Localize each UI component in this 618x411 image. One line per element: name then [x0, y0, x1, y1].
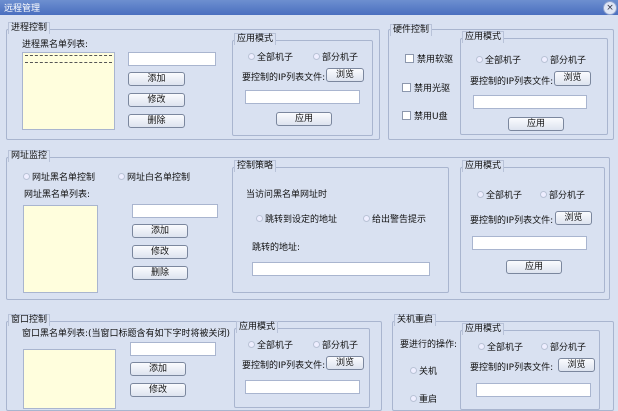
shutdown-mode-title: 应用模式	[462, 323, 505, 335]
hardware-browse-button[interactable]: 浏览	[554, 71, 591, 86]
url-blacklist-radio[interactable]: 网址黑名单控制	[23, 170, 95, 183]
strategy-when-label: 当访问黑名单网址时	[246, 190, 328, 200]
shutdown-radio[interactable]: 关机	[410, 364, 437, 377]
window-ip-input[interactable]	[245, 380, 360, 394]
process-browse-button[interactable]: 浏览	[326, 68, 364, 82]
url-input[interactable]	[132, 204, 218, 218]
hardware-control-title: 硬件控制	[390, 24, 433, 36]
url-part-radio[interactable]: 部分机子	[540, 188, 585, 201]
shutdown-all-radio[interactable]: 全部机子	[478, 340, 523, 353]
window-title: 远程管理	[4, 4, 41, 14]
window-ip-label: 要控制的IP列表文件:	[242, 361, 326, 371]
shutdown-title: 关机重启	[394, 314, 437, 326]
window-edit-button[interactable]: 修改	[130, 383, 186, 397]
title-bar: 远程管理	[0, 0, 618, 15]
redirect-radio[interactable]: 跳转到设定的地址	[256, 212, 337, 225]
restart-radio[interactable]: 重启	[410, 392, 437, 405]
url-monitor-title: 网址监控	[8, 150, 51, 162]
url-mode-group	[460, 167, 605, 293]
url-blacklist[interactable]	[23, 205, 98, 293]
window-list-label: 窗口黑名单列表:(当窗口标题含有如下字时将被关闭)	[22, 329, 231, 339]
redirect-addr-input[interactable]	[252, 262, 430, 276]
process-all-radio[interactable]: 全部机子	[248, 50, 293, 63]
window-browse-button[interactable]: 浏览	[326, 356, 364, 370]
process-control-title: 进程控制	[8, 22, 51, 34]
process-input[interactable]	[128, 52, 216, 66]
window-mode-title: 应用模式	[236, 321, 279, 333]
window-all-radio[interactable]: 全部机子	[248, 338, 293, 351]
window-part-radio[interactable]: 部分机子	[313, 338, 358, 351]
window-blacklist[interactable]	[23, 349, 116, 409]
url-edit-button[interactable]: 修改	[132, 245, 188, 259]
process-mode-title: 应用模式	[234, 33, 277, 45]
hardware-ip-input[interactable]	[473, 95, 587, 109]
url-add-button[interactable]: 添加	[132, 224, 188, 238]
url-all-radio[interactable]: 全部机子	[477, 188, 522, 201]
hardware-all-radio[interactable]: 全部机子	[476, 53, 521, 66]
shutdown-browse-button[interactable]: 浏览	[558, 358, 595, 372]
url-delete-button[interactable]: 删除	[132, 266, 188, 280]
shutdown-ip-input[interactable]	[476, 383, 591, 397]
process-blacklist[interactable]	[22, 52, 115, 130]
url-mode-title: 应用模式	[462, 160, 505, 172]
window-control-title: 窗口控制	[8, 314, 51, 326]
disable-usb-checkbox[interactable]: 禁用U盘	[402, 109, 448, 122]
redirect-addr-label: 跳转的地址:	[252, 243, 301, 253]
disable-cdrom-checkbox[interactable]: 禁用光驱	[402, 81, 450, 94]
hardware-ip-label: 要控制的IP列表文件:	[470, 77, 554, 87]
url-ip-input[interactable]	[472, 236, 587, 250]
process-ip-label: 要控制的IP列表文件:	[242, 73, 326, 83]
url-whitelist-radio[interactable]: 网址白名单控制	[118, 170, 190, 183]
close-button[interactable]: ×	[603, 1, 617, 15]
window-input[interactable]	[130, 342, 216, 356]
process-part-radio[interactable]: 部分机子	[313, 50, 358, 63]
url-apply-button[interactable]: 应用	[506, 260, 562, 274]
shutdown-part-radio[interactable]: 部分机子	[541, 340, 586, 353]
shutdown-op-label: 要进行的操作:	[400, 340, 458, 350]
warn-radio[interactable]: 给出警告提示	[363, 212, 426, 225]
hardware-part-radio[interactable]: 部分机子	[541, 53, 586, 66]
process-list-label: 进程黑名单列表:	[22, 40, 89, 50]
process-delete-button[interactable]: 删除	[128, 114, 185, 128]
url-list-label: 网址黑名单列表:	[24, 190, 91, 200]
disable-floppy-checkbox[interactable]: 禁用软驱	[405, 52, 453, 65]
process-add-button[interactable]: 添加	[128, 72, 185, 86]
hardware-mode-title: 应用模式	[462, 31, 505, 43]
url-ip-label: 要控制的IP列表文件:	[470, 216, 554, 226]
shutdown-ip-label: 要控制的IP列表文件:	[470, 363, 554, 373]
strategy-title: 控制策略	[234, 160, 277, 172]
process-ip-input[interactable]	[245, 90, 360, 104]
url-browse-button[interactable]: 浏览	[555, 211, 592, 225]
window-add-button[interactable]: 添加	[130, 362, 186, 376]
process-edit-button[interactable]: 修改	[128, 93, 185, 107]
process-apply-button[interactable]: 应用	[276, 112, 332, 126]
hardware-apply-button[interactable]: 应用	[508, 117, 564, 131]
